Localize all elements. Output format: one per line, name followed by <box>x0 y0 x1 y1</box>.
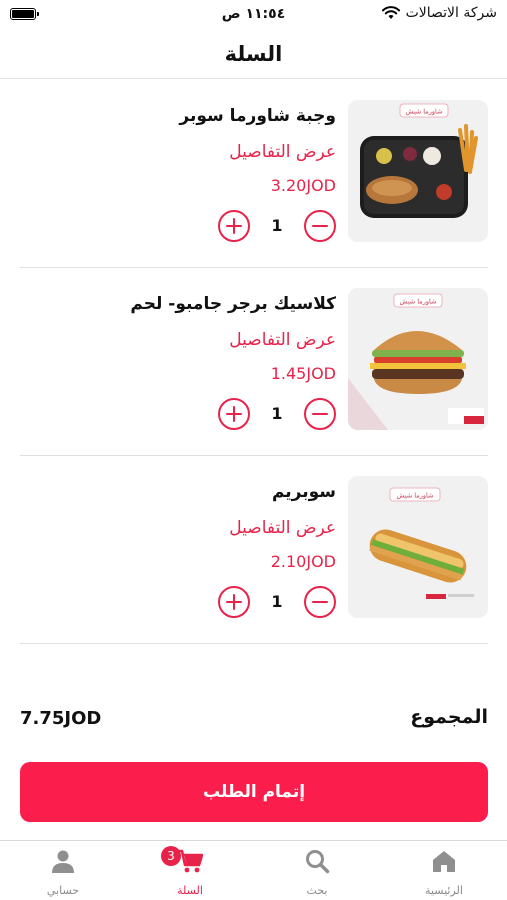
status-bar: ١١:٥٤ ص شركة الاتصالات <box>0 0 507 30</box>
cart-item: شاورما شيش كلاسيك برجر جامبو- لحم عرض ال… <box>20 268 488 456</box>
cart-item: شاورما شيش وجبة شاورما سوبر عرض التفاصيل… <box>20 80 488 268</box>
burger-icon: شاورما شيش <box>348 288 488 430</box>
item-divider <box>20 643 488 644</box>
tab-label: حسابي <box>46 884 80 897</box>
total-row: المجموع 7.75JOD <box>20 706 488 736</box>
tab-label: السلة <box>177 884 203 897</box>
image-brand-text: شاورما شيش <box>406 108 443 116</box>
item-price: 3.20JOD <box>270 176 336 195</box>
view-details-link[interactable]: عرض التفاصيل <box>229 518 336 538</box>
checkout-button[interactable]: إتمام الطلب <box>20 762 488 822</box>
image-brand-text: شاورما شيش <box>397 492 434 500</box>
sandwich-icon: شاورما شيش <box>348 476 488 618</box>
tab-account[interactable]: حسابي <box>0 841 126 900</box>
view-details-link[interactable]: عرض التفاصيل <box>229 330 336 350</box>
quantity-stepper: 1 <box>218 586 336 620</box>
increase-quantity-button[interactable] <box>218 210 250 242</box>
tab-bar: الرئيسية بحث 3 السلة حسابي <box>0 840 507 900</box>
item-image[interactable]: شاورما شيش <box>348 100 488 242</box>
item-name: وجبة شاورما سوبر <box>179 106 336 126</box>
minus-icon <box>312 600 328 603</box>
tab-cart[interactable]: 3 السلة <box>127 841 253 900</box>
carrier-name: شركة الاتصالات <box>405 5 497 21</box>
cart-count-badge: 3 <box>161 846 181 866</box>
view-details-link[interactable]: عرض التفاصيل <box>229 142 336 162</box>
shawarma-meal-icon: شاورما شيش <box>348 100 488 242</box>
decrease-quantity-button[interactable] <box>304 398 336 430</box>
quantity-value: 1 <box>271 592 283 611</box>
decrease-quantity-button[interactable] <box>304 210 336 242</box>
quantity-stepper: 1 <box>218 398 336 432</box>
cart-icon <box>177 849 203 873</box>
item-image[interactable]: شاورما شيش <box>348 288 488 430</box>
wifi-icon <box>381 6 400 19</box>
tab-home[interactable]: الرئيسية <box>381 841 507 900</box>
item-image[interactable]: شاورما شيش <box>348 476 488 618</box>
total-value: 7.75JOD <box>20 708 102 729</box>
quantity-value: 1 <box>271 404 283 423</box>
minus-icon <box>312 224 328 227</box>
person-icon <box>52 850 74 873</box>
minus-icon <box>312 412 328 415</box>
quantity-value: 1 <box>271 216 283 235</box>
increase-quantity-button[interactable] <box>218 398 250 430</box>
item-name: كلاسيك برجر جامبو- لحم <box>130 294 336 314</box>
increase-quantity-button[interactable] <box>218 586 250 618</box>
home-icon <box>433 851 455 872</box>
quantity-stepper: 1 <box>218 210 336 244</box>
page-title: السلة <box>224 42 283 66</box>
tab-search[interactable]: بحث <box>254 841 380 900</box>
search-icon <box>306 850 330 874</box>
item-price: 1.45JOD <box>270 364 336 383</box>
tab-label: بحث <box>306 884 328 897</box>
total-label: المجموع <box>410 706 488 728</box>
status-carrier: شركة الاتصالات <box>381 5 497 21</box>
image-brand-text: شاورما شيش <box>400 298 437 306</box>
tab-label: الرئيسية <box>425 884 463 897</box>
item-name: سوبريم <box>271 482 336 502</box>
header-divider <box>0 78 507 79</box>
cart-item: شاورما شيش سوبريم عرض التفاصيل 2.10JOD 1 <box>20 456 488 644</box>
decrease-quantity-button[interactable] <box>304 586 336 618</box>
item-price: 2.10JOD <box>270 552 336 571</box>
